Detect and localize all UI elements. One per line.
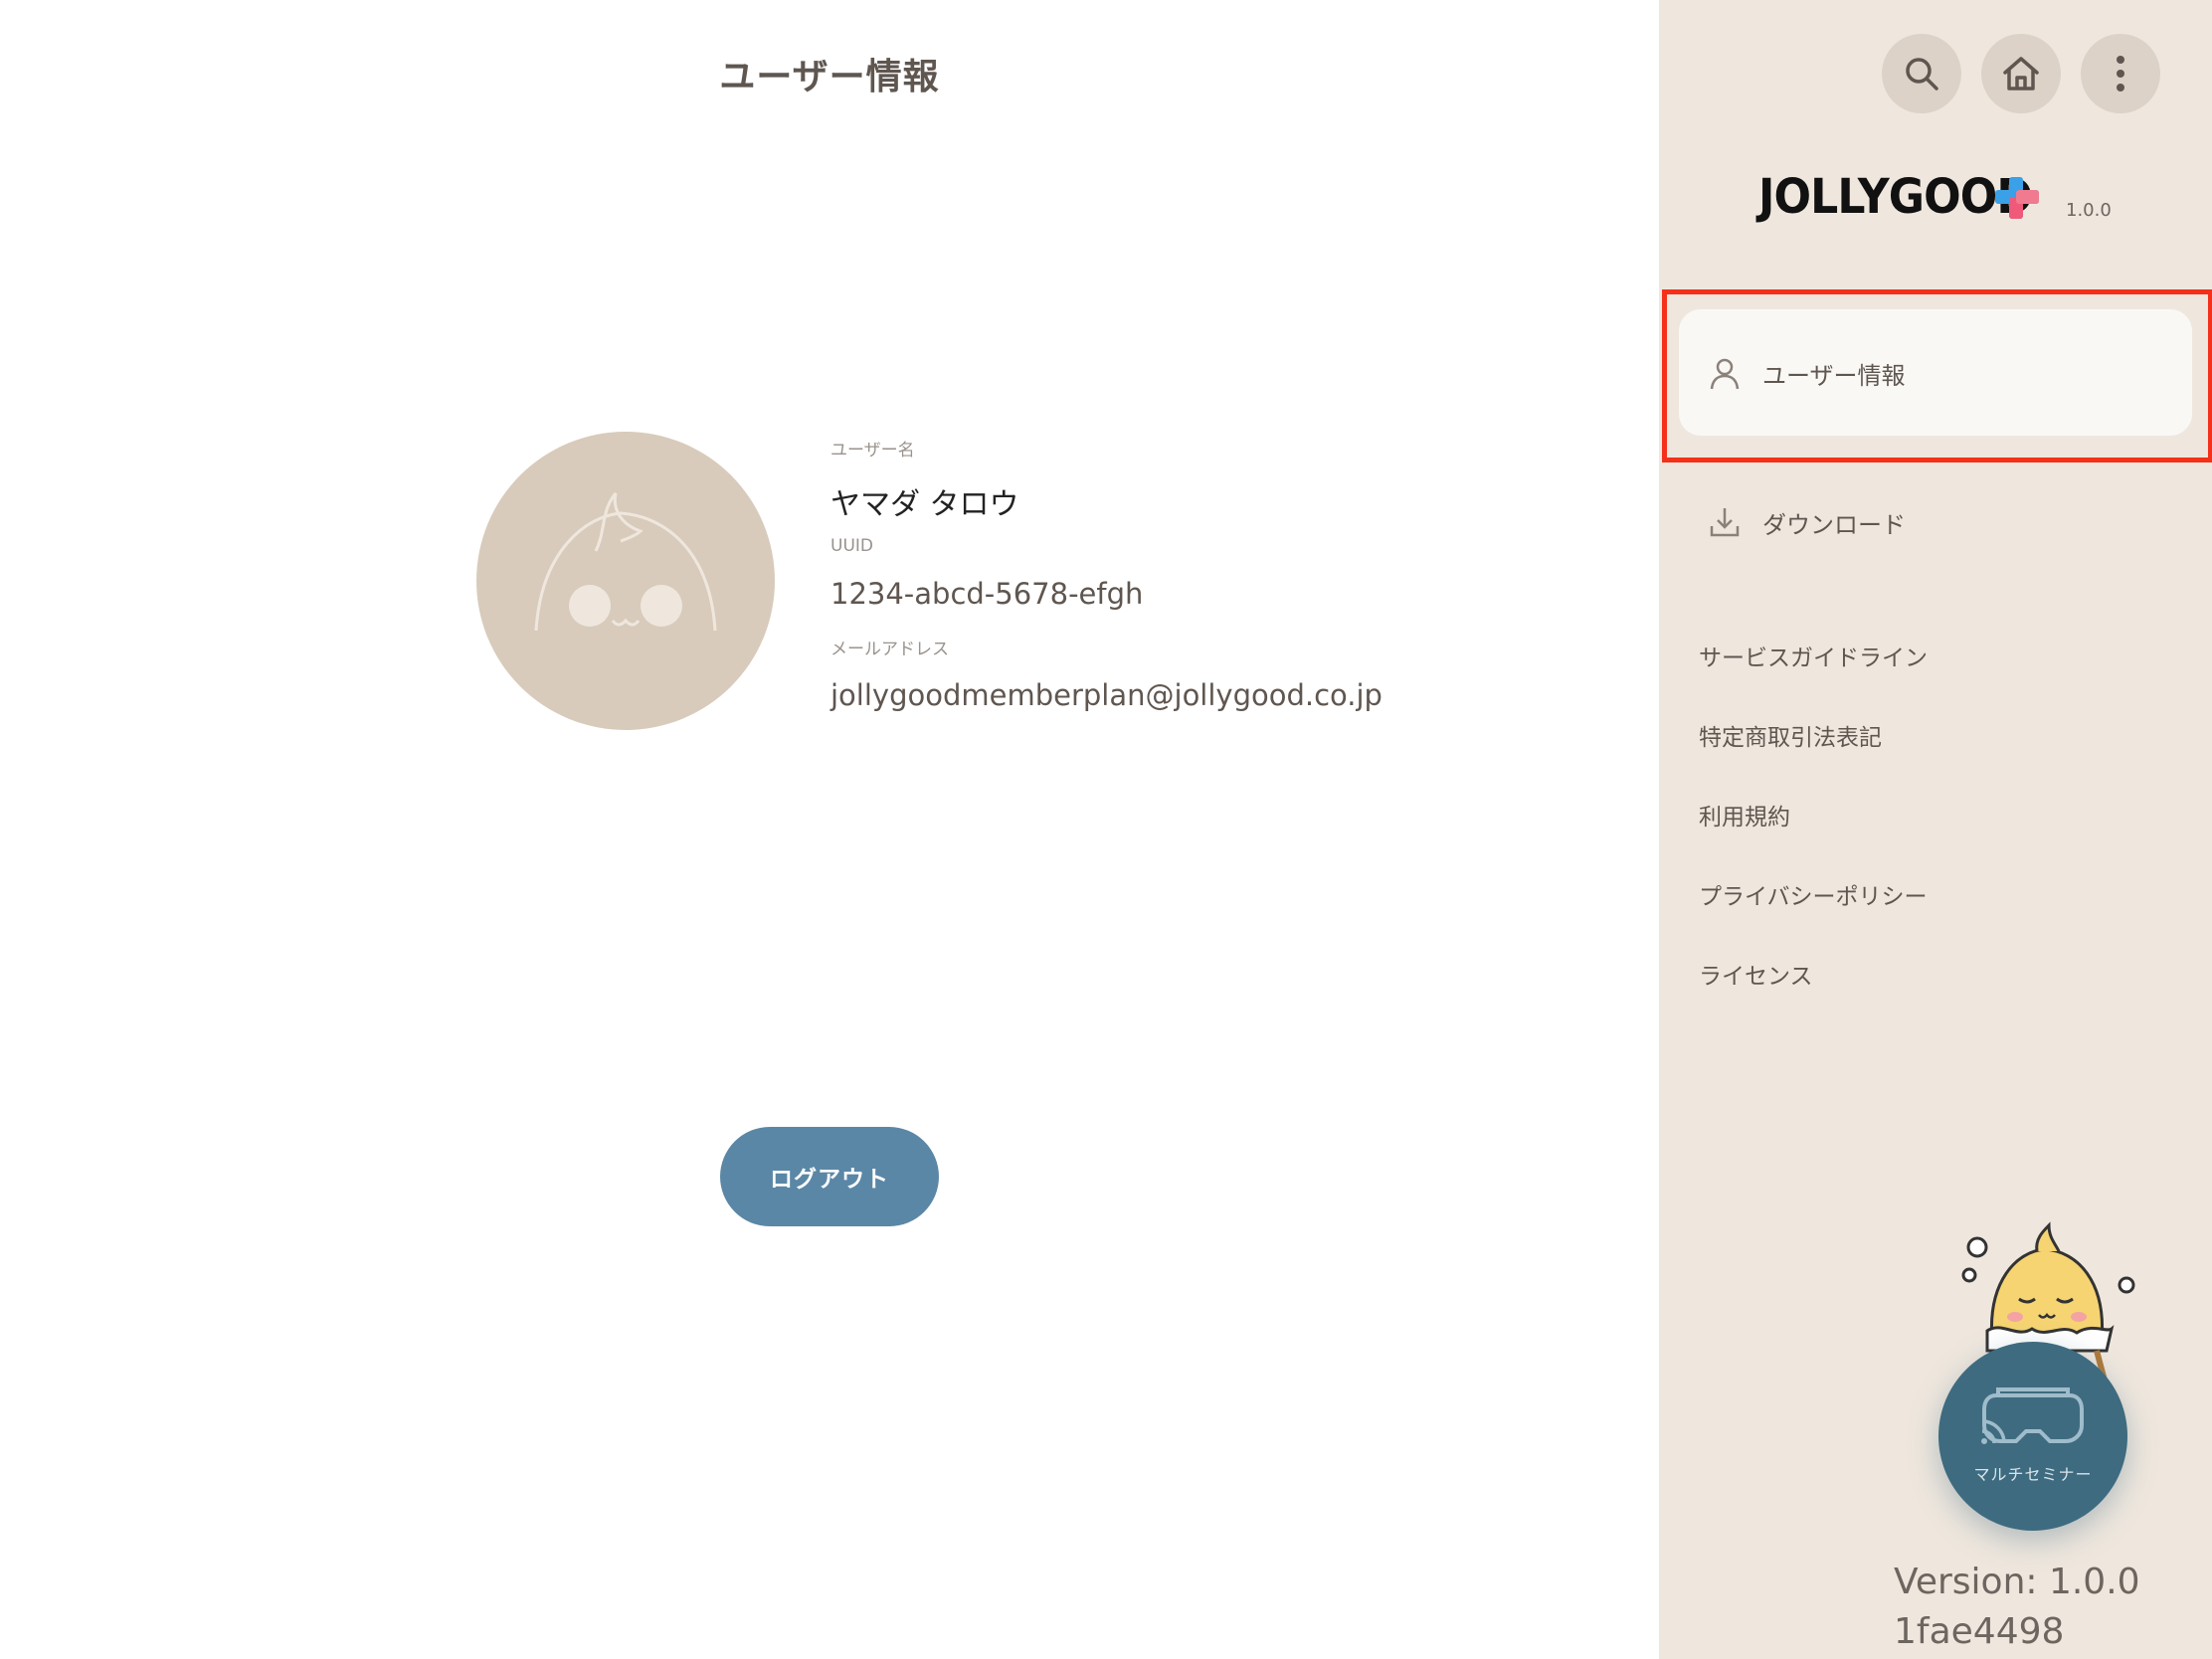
avatar-placeholder-icon — [534, 492, 717, 632]
vr-headset-icon — [1981, 1387, 2084, 1444]
nav-item-download-label: ダウンロード — [1762, 510, 1906, 539]
logo-plus-icon — [1995, 177, 2039, 219]
nav-item-user-info-label: ユーザー情報 — [1762, 361, 1906, 390]
more-vertical-icon — [2117, 56, 2124, 92]
uuid-label: UUID — [830, 536, 873, 556]
link-terms-of-use[interactable]: 利用規約 — [1699, 798, 1790, 831]
app-version: 1.0.0 — [2066, 200, 2112, 221]
avatar — [476, 432, 775, 730]
user-icon — [1707, 355, 1743, 391]
link-service-guideline[interactable]: サービスガイドライン — [1699, 639, 1928, 672]
jollygood-logo: JOLLYGOOD — [1758, 169, 2033, 225]
page-title: ユーザー情報 — [719, 57, 940, 97]
link-commercial-transactions[interactable]: 特定商取引法表記 — [1699, 718, 1882, 752]
sidebar: JOLLYGOOD 1.0.0 ユーザー情報 ダウンロード サービスガイドライン… — [1659, 0, 2212, 1659]
multi-seminar-button[interactable]: マルチセミナー — [1938, 1342, 2127, 1531]
build-hash: 1fae4498 — [1894, 1611, 2065, 1652]
uuid-value: 1234-abcd-5678-efgh — [830, 577, 1144, 611]
link-license[interactable]: ライセンス — [1699, 957, 1813, 991]
nav-item-user-info[interactable]: ユーザー情報 — [1707, 355, 1906, 391]
multi-seminar-label: マルチセミナー — [1973, 1465, 2093, 1484]
more-button[interactable] — [2081, 34, 2160, 113]
home-icon — [2003, 57, 2039, 91]
search-icon — [1906, 58, 1938, 91]
search-button[interactable] — [1882, 34, 1961, 113]
username-label: ユーザー名 — [830, 441, 915, 461]
email-label: メールアドレス — [830, 640, 949, 659]
home-button[interactable] — [1981, 34, 2061, 113]
build-info: Version: 1.0.0 1fae4498 — [1894, 1558, 2140, 1657]
email-value: jollygoodmemberplan@jollygood.co.jp — [830, 678, 1382, 712]
link-privacy-policy[interactable]: プライバシーポリシー — [1699, 877, 1928, 911]
main-content: ユーザー情報 ユーザー名 ヤマダ タロウ UUID 1234-abcd-5678… — [0, 0, 1659, 1659]
nav-item-download[interactable]: ダウンロード — [1707, 504, 1906, 540]
download-icon — [1707, 504, 1743, 540]
username-value: ヤマダ タロウ — [830, 487, 1019, 522]
logout-button[interactable]: ログアウト — [720, 1127, 939, 1226]
version-text: Version: 1.0.0 — [1894, 1562, 2140, 1602]
